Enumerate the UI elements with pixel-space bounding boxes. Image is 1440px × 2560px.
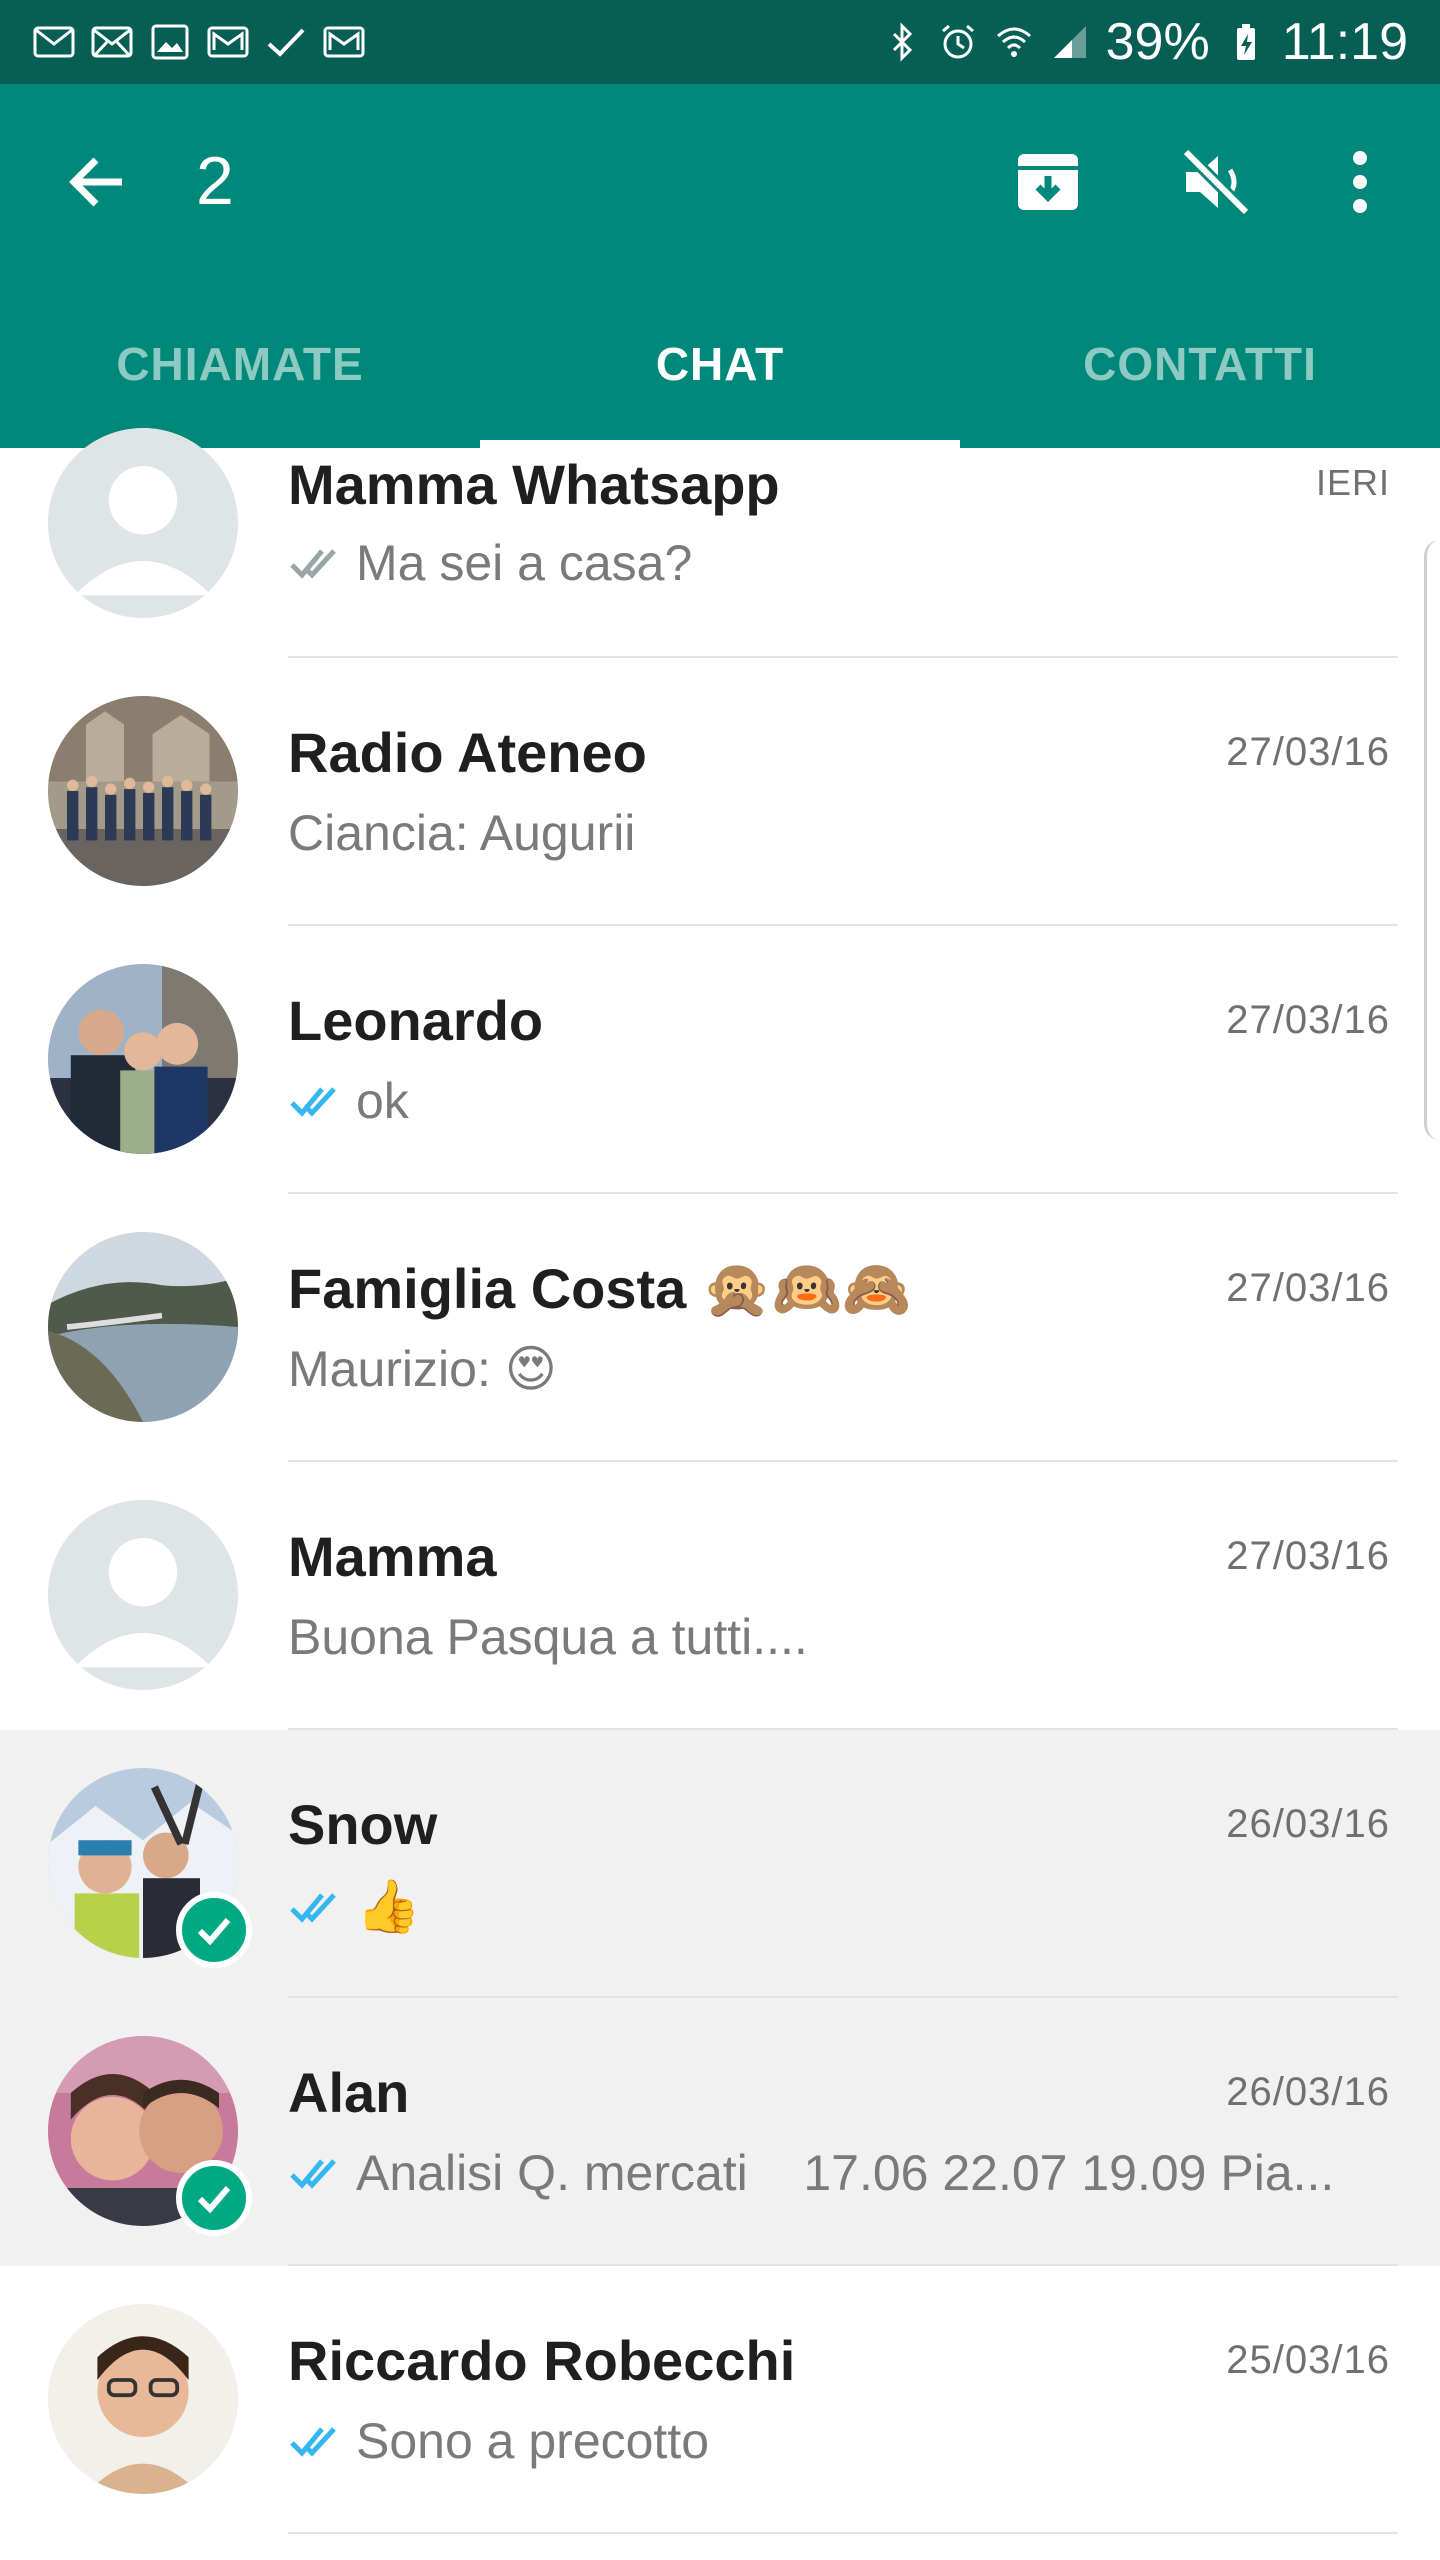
read-ticks-icon <box>288 543 350 583</box>
chat-preview-text: Maurizio: 😍 <box>288 1341 557 1397</box>
read-ticks-icon <box>288 2421 350 2461</box>
chat-date: 27/03/16 <box>1226 998 1390 1042</box>
check-icon <box>197 2186 231 2214</box>
clock: 11:19 <box>1281 13 1408 71</box>
tab-contacts[interactable]: CONTATTI <box>960 280 1440 448</box>
divider <box>288 2532 1398 2534</box>
mail-icon <box>91 26 133 58</box>
edge-panel-handle[interactable] <box>1424 540 1440 1140</box>
avatar <box>48 696 238 886</box>
selected-check-badge <box>176 2160 252 2236</box>
bluetooth-icon <box>892 22 912 62</box>
chat-preview: 👍 <box>288 1876 1348 1937</box>
avatar <box>48 1500 238 1690</box>
chat-row[interactable]: Mamma 27/03/16 Buona Pasqua a tutti.... <box>0 1462 1440 1730</box>
chat-preview-text: Buona Pasqua a tutti.... <box>288 1609 808 1665</box>
tab-bar: CHIAMATE CHAT CONTATTI <box>0 280 1440 448</box>
tab-chats[interactable]: CHAT <box>480 280 960 448</box>
mute-icon <box>1179 145 1253 219</box>
wifi-icon <box>996 27 1031 57</box>
chat-name: Famiglia Costa 🙊🙉🙈 <box>288 1256 912 1322</box>
chat-row-selected[interactable]: Alan 26/03/16 Analisi Q. mercati 17.06 2… <box>0 1998 1440 2266</box>
selected-check-badge <box>176 1892 252 1968</box>
more-options-button[interactable] <box>1320 136 1400 228</box>
notification-icons <box>32 22 366 62</box>
chat-row[interactable]: Famiglia Costa 🙊🙉🙈 27/03/16 Maurizio: 😍 <box>0 1194 1440 1462</box>
chat-row[interactable]: Mamma Whatsapp IERI Ma sei a casa? <box>0 428 1440 658</box>
chat-preview: Maurizio: 😍 <box>288 1340 1348 1398</box>
chat-row[interactable]: Riccardo Robecchi 25/03/16 Sono a precot… <box>0 2266 1440 2534</box>
chat-preview-text: ok <box>356 1073 409 1129</box>
avatar <box>48 964 238 1154</box>
archive-icon <box>1018 154 1078 210</box>
portrait-photo-avatar <box>48 2304 238 2494</box>
chat-date: IERI <box>1315 462 1390 503</box>
battery-percent: 39% <box>1105 13 1210 71</box>
chat-name: Mamma Whatsapp <box>288 453 780 516</box>
chat-row-selected[interactable]: Snow 26/03/16 👍 <box>0 1730 1440 1998</box>
system-status: 39% 11:19 <box>882 12 1408 72</box>
check-icon <box>197 1918 231 1946</box>
chat-preview: Buona Pasqua a tutti.... <box>288 1608 1348 1666</box>
chat-name-text: Famiglia Costa <box>288 1257 687 1320</box>
status-bar: 39% 11:19 <box>0 0 1440 84</box>
chat-preview-text: Ma sei a casa? <box>356 535 693 591</box>
chat-preview: Sono a precotto <box>288 2412 1348 2470</box>
read-ticks-icon <box>288 2153 350 2193</box>
monkey-emoji: 🙊🙉🙈 <box>702 1257 912 1322</box>
archive-button[interactable] <box>1002 136 1094 228</box>
image-icon <box>151 24 189 60</box>
battery-charging-icon <box>1236 24 1255 60</box>
family-photo-avatar <box>48 964 238 1154</box>
selection-toolbar: 2 <box>0 84 1440 280</box>
mute-button[interactable] <box>1170 136 1262 228</box>
chat-row[interactable]: Radio Ateneo 27/03/16 Ciancia: Augurii <box>0 658 1440 926</box>
read-ticks-icon <box>288 1081 350 1121</box>
thumbs-up-emoji: 👍 <box>356 1877 421 1937</box>
chat-name: Riccardo Robecchi <box>288 2329 796 2392</box>
chat-name: Leonardo <box>288 989 544 1052</box>
arrow-back-icon <box>69 157 122 207</box>
default-avatar-icon <box>48 1500 238 1690</box>
chat-preview: Ma sei a casa? <box>288 534 1348 592</box>
alarm-icon <box>941 24 974 59</box>
chat-date: 26/03/16 <box>1226 1802 1390 1846</box>
chat-date: 25/03/16 <box>1226 2338 1390 2382</box>
chat-name: Radio Ateneo <box>288 721 647 784</box>
chat-date: 27/03/16 <box>1226 1266 1390 1310</box>
chat-name: Mamma <box>288 1525 497 1588</box>
chat-preview-text: Sono a precotto <box>356 2413 710 2469</box>
check-icon <box>267 28 305 57</box>
chat-date: 27/03/16 <box>1226 1534 1390 1578</box>
avatar <box>48 1232 238 1422</box>
read-ticks-icon <box>288 1887 350 1927</box>
default-avatar-icon <box>48 428 238 618</box>
chat-list: Mamma Whatsapp IERI Ma sei a casa? Radio… <box>0 428 1440 2534</box>
chat-date: 26/03/16 <box>1226 2070 1390 2114</box>
chat-preview: ok <box>288 1072 1348 1130</box>
chat-date: 27/03/16 <box>1226 730 1390 774</box>
mail-icon <box>323 26 365 58</box>
chat-preview-text: Analisi Q. mercati 17.06 22.07 19.09 Pia… <box>356 2145 1335 2201</box>
avatar <box>48 2304 238 2494</box>
back-button[interactable] <box>56 140 140 224</box>
mail-icon <box>33 26 75 58</box>
group-photo-avatar <box>48 696 238 886</box>
signal-icon <box>1053 26 1086 58</box>
chat-preview: Ciancia: Augurii <box>288 804 1348 862</box>
avatar <box>48 428 238 618</box>
mail-icon <box>207 26 249 58</box>
chat-preview: Analisi Q. mercati 17.06 22.07 19.09 Pia… <box>288 2144 1348 2202</box>
chat-name: Snow <box>288 1793 438 1856</box>
app-bar: 2 CHIAMATE CHAT CONTATTI <box>0 84 1440 448</box>
selected-count: 2 <box>196 143 234 219</box>
chat-preview-text: Ciancia: Augurii <box>288 805 636 861</box>
coast-photo-avatar <box>48 1232 238 1422</box>
tab-calls[interactable]: CHIAMATE <box>0 280 480 448</box>
more-icon <box>1353 151 1367 213</box>
chat-name: Alan <box>288 2061 410 2124</box>
chat-row[interactable]: Leonardo 27/03/16 ok <box>0 926 1440 1194</box>
